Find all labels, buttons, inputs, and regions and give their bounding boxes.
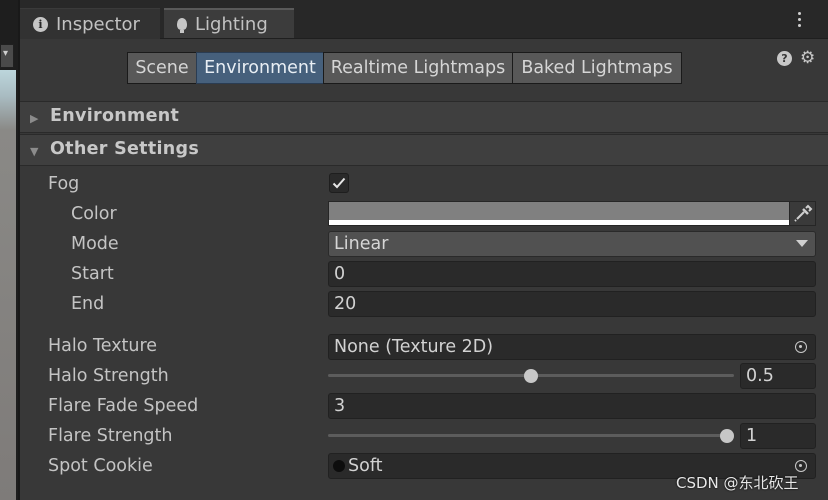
- spot-cookie-value: Soft: [348, 456, 383, 476]
- section-environment[interactable]: ▶ Environment: [20, 101, 828, 133]
- info-icon: i: [33, 16, 48, 32]
- halo-strength-label: Halo Strength: [48, 366, 169, 386]
- section-title: Other Settings: [50, 139, 200, 159]
- fog-start-label: Start: [71, 264, 114, 284]
- panel-divider[interactable]: [18, 0, 20, 500]
- halo-strength-field[interactable]: 0.5: [740, 363, 816, 389]
- fog-mode-dropdown[interactable]: Linear: [328, 231, 816, 257]
- watermark: CSDN @东北砍王: [676, 474, 799, 492]
- chevron-down-icon: [796, 240, 808, 247]
- object-picker-icon[interactable]: [795, 341, 807, 353]
- eyedropper-icon: [794, 204, 813, 222]
- spot-cookie-label: Spot Cookie: [48, 456, 153, 476]
- chevron-down-icon: ▾: [3, 48, 9, 59]
- chevron-right-icon: ▶: [30, 112, 39, 125]
- flare-strength-label: Flare Strength: [48, 426, 173, 446]
- checkmark-icon: [332, 177, 346, 189]
- tab-environment[interactable]: Environment: [196, 52, 324, 84]
- texture-thumbnail-icon: [333, 460, 345, 472]
- fog-color-field[interactable]: [328, 201, 790, 226]
- fog-start-field[interactable]: 0: [328, 261, 816, 287]
- eyedropper-button[interactable]: [789, 201, 816, 226]
- fog-end-label: End: [71, 294, 105, 314]
- flare-strength-field[interactable]: 1: [740, 423, 816, 449]
- tab-lighting[interactable]: Lighting: [164, 8, 294, 38]
- help-icon[interactable]: ?: [777, 51, 792, 66]
- tab-scene[interactable]: Scene: [127, 52, 197, 84]
- gear-icon[interactable]: ⚙: [800, 50, 815, 67]
- light-bulb-icon: [177, 18, 187, 33]
- fog-label: Fog: [48, 174, 80, 194]
- fog-mode-label: Mode: [71, 234, 119, 254]
- flare-fade-speed-label: Flare Fade Speed: [48, 396, 199, 416]
- tab-label: Lighting: [195, 13, 268, 35]
- section-other-settings[interactable]: ▼ Other Settings: [20, 134, 828, 166]
- fog-color-label: Color: [71, 204, 117, 224]
- chevron-down-icon: ▼: [30, 145, 39, 158]
- section-title: Environment: [50, 106, 180, 126]
- tab-inspector[interactable]: i Inspector: [20, 8, 160, 39]
- tab-baked-lightmaps[interactable]: Baked Lightmaps: [512, 52, 682, 84]
- flare-fade-speed-field[interactable]: 3: [328, 393, 816, 419]
- halo-texture-field[interactable]: None (Texture 2D): [328, 334, 816, 360]
- lighting-mode-toolbar: Scene Environment Realtime Lightmaps Bak…: [127, 52, 682, 84]
- scene-view-preview[interactable]: [0, 70, 16, 500]
- left-dropdown[interactable]: ▾: [0, 44, 14, 68]
- halo-strength-slider-thumb[interactable]: [524, 369, 538, 383]
- tab-realtime-lightmaps[interactable]: Realtime Lightmaps: [323, 52, 513, 84]
- fog-end-field[interactable]: 20: [328, 291, 816, 317]
- flare-strength-slider-track[interactable]: [328, 434, 734, 437]
- flare-strength-slider-thumb[interactable]: [720, 429, 734, 443]
- tab-label: Inspector: [56, 13, 140, 35]
- halo-texture-label: Halo Texture: [48, 336, 158, 356]
- object-picker-icon[interactable]: [795, 460, 807, 472]
- fog-checkbox[interactable]: [329, 173, 349, 193]
- more-options-icon[interactable]: [793, 12, 805, 32]
